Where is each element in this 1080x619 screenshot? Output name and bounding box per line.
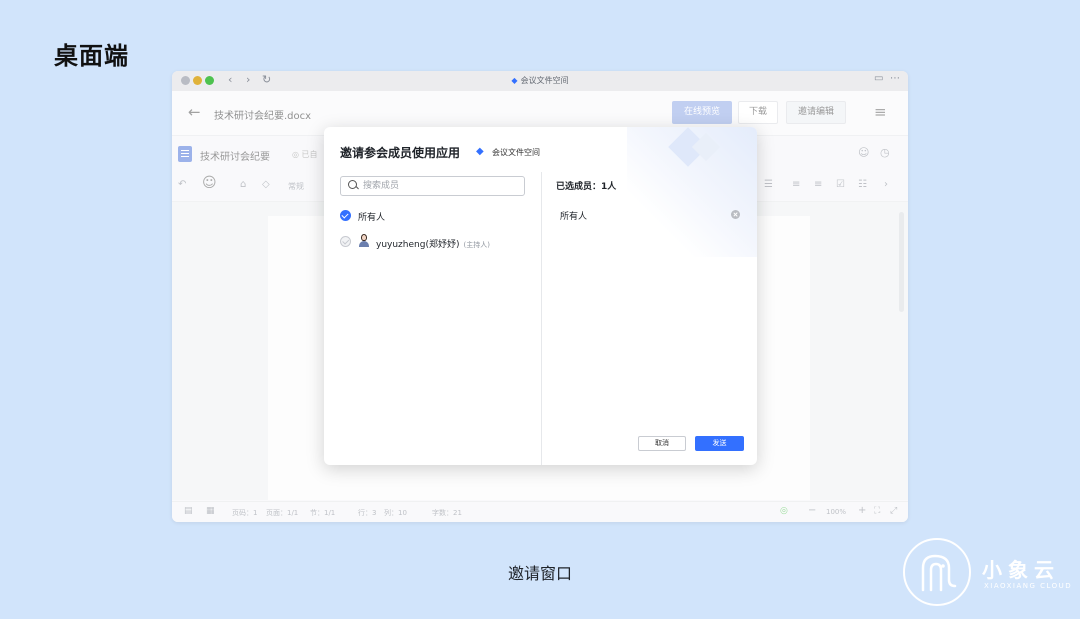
member-name-host: yuyuzheng(郑妤妤) (主持人) (376, 237, 490, 250)
member-name: 所有人 (358, 213, 386, 223)
more-icon[interactable]: ⋯ (890, 73, 900, 84)
page-heading: 桌面端 (54, 42, 129, 70)
disabled-checked-icon (340, 236, 351, 247)
space-cube-icon: ◆ (511, 76, 518, 85)
invite-dialog: 邀请参会成员使用应用 ◆ 会议文件空间 所有人 yuyuzheng(郑妤妤)(主… (324, 127, 757, 465)
screen-share-icon[interactable]: ▭ (874, 73, 883, 84)
member-search-input[interactable] (363, 179, 513, 193)
title-bar: ‹ › ↻ ◆ 会议文件空间 ▭ ⋯ (172, 71, 908, 91)
brand-subtitle: XIAOXIANG CLOUD (984, 582, 1073, 590)
member-search-box[interactable] (340, 176, 525, 196)
send-button[interactable]: 发送 (695, 436, 744, 451)
window-title: ◆ 会议文件空间 (172, 75, 908, 86)
space-cube-icon: ◆ (476, 146, 484, 157)
avatar (358, 234, 370, 247)
search-icon (348, 180, 357, 189)
member-name: yuyuzheng(郑妤妤) (376, 240, 460, 250)
remove-icon[interactable] (731, 210, 740, 219)
selected-count: 已选成员：1人 (556, 182, 617, 192)
checked-icon[interactable] (340, 210, 351, 221)
dialog-title: 邀请参会成员使用应用 (340, 146, 461, 160)
member-role: (主持人) (463, 241, 490, 249)
cancel-button[interactable]: 取消 (638, 436, 686, 451)
elephant-logo-icon (903, 538, 971, 606)
selected-member: 所有人 (560, 212, 588, 222)
window-title-text: 会议文件空间 (520, 76, 569, 85)
panel-divider (541, 172, 542, 465)
brand-name: 小象云 (982, 558, 1060, 582)
space-name: 会议文件空间 (492, 148, 540, 157)
